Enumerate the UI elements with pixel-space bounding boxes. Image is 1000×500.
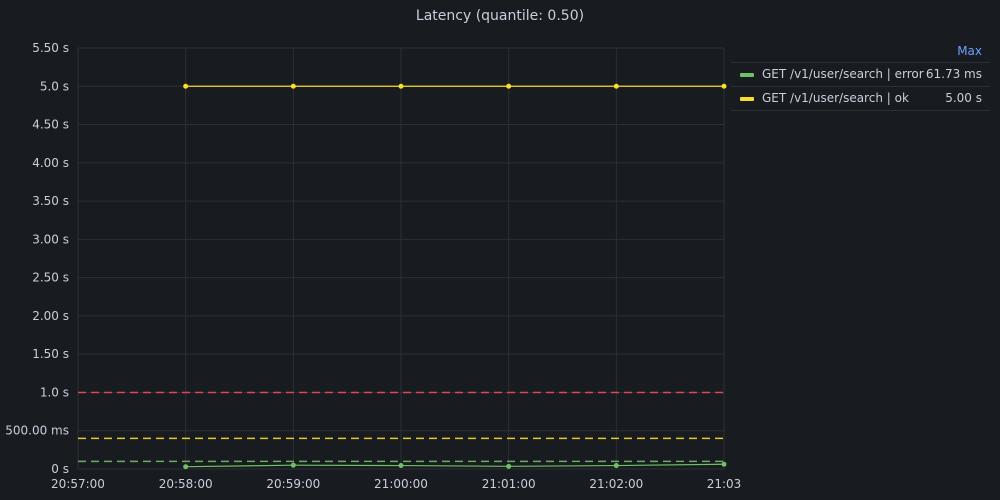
legend-label: GET /v1/user/search | ok bbox=[762, 91, 909, 105]
data-point bbox=[506, 83, 512, 89]
x-tick-label: 21:02:00 bbox=[589, 477, 643, 491]
legend-item-ok[interactable]: GET /v1/user/search | ok 5.00 s bbox=[731, 87, 990, 111]
y-tick-label: 3.00 s bbox=[32, 232, 69, 246]
data-point bbox=[398, 463, 404, 469]
grid-lines bbox=[77, 47, 725, 470]
y-tick-label: 0 s bbox=[51, 462, 69, 476]
x-tick-label: 20:59:00 bbox=[266, 477, 320, 491]
y-tick-label: 2.00 s bbox=[32, 309, 69, 323]
latency-panel: Latency (quantile: 0.50) 0 s 500.00 ms 1.0… bbox=[0, 0, 1000, 500]
data-point bbox=[613, 463, 619, 469]
legend-max-value: 5.00 s bbox=[945, 91, 982, 105]
x-tick-label: 20:57:00 bbox=[51, 477, 105, 491]
y-tick-label: 3.50 s bbox=[32, 194, 69, 208]
y-tick-label: 2.50 s bbox=[32, 271, 69, 285]
series-line-0 bbox=[185, 463, 725, 468]
y-tick-label: 500.00 ms bbox=[5, 424, 69, 438]
y-tick-label: 1.0 s bbox=[40, 385, 69, 399]
legend-swatch-error bbox=[740, 73, 754, 77]
data-point bbox=[398, 83, 404, 89]
data-point bbox=[506, 463, 512, 469]
data-point bbox=[183, 83, 189, 89]
y-tick-label: 5.0 s bbox=[40, 79, 69, 93]
legend-max-value: 61.73 ms bbox=[925, 67, 982, 81]
x-tick-label: 20:58:00 bbox=[159, 477, 213, 491]
data-point bbox=[721, 461, 727, 467]
y-tick-label: 1.50 s bbox=[32, 347, 69, 361]
y-axis-ticks: 0 s 500.00 ms 1.0 s 1.50 s 2.00 s 2.50 s 3.00 … bbox=[5, 41, 69, 476]
x-axis-ticks: 20:57:00 20:58:00 20:59:00 21:00:00 21:01:00… bbox=[51, 477, 741, 491]
data-point bbox=[290, 462, 296, 468]
data-point bbox=[183, 464, 189, 470]
y-tick-label: 4.00 s bbox=[32, 156, 69, 170]
legend-max-header[interactable]: Max bbox=[731, 40, 990, 63]
legend-label: GET /v1/user/search | error bbox=[762, 67, 924, 81]
x-tick-label: 21:01:00 bbox=[482, 477, 536, 491]
legend-item-error[interactable]: GET /v1/user/search | error 61.73 ms bbox=[731, 63, 990, 87]
data-point bbox=[290, 83, 296, 89]
x-tick-label: 21:03 bbox=[707, 477, 742, 491]
y-tick-label: 5.50 s bbox=[32, 41, 69, 55]
y-tick-label: 4.50 s bbox=[32, 118, 69, 132]
series-lines bbox=[183, 83, 727, 470]
legend-swatch-ok bbox=[740, 97, 754, 101]
data-point bbox=[721, 83, 727, 89]
data-point bbox=[613, 83, 619, 89]
x-tick-label: 21:00:00 bbox=[374, 477, 428, 491]
legend: Max GET /v1/user/search | error 61.73 ms… bbox=[731, 40, 990, 111]
